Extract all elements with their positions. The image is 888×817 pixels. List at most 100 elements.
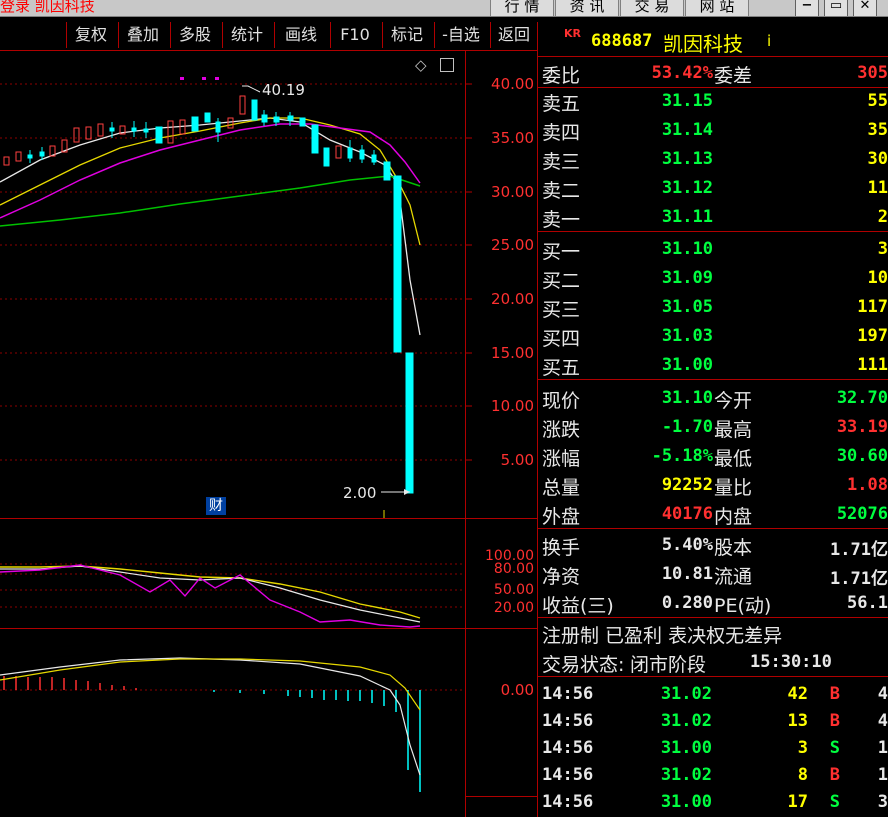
- pe-label: PE(动): [714, 595, 772, 617]
- outer-volume-label: 外盘: [542, 506, 581, 528]
- trade-status-label: 交易状态:: [542, 654, 625, 676]
- pe-value: 56.1: [847, 593, 888, 613]
- tick-volume: 8: [797, 765, 808, 785]
- tick-direction: B: [829, 684, 840, 704]
- volume-ratio-label: 量比: [714, 477, 753, 499]
- tick-price: 31.02: [660, 711, 712, 731]
- open-value: 32.70: [836, 388, 888, 408]
- bid-row[interactable]: 买二 31.09 10: [538, 265, 888, 292]
- bid-volume: 117: [857, 297, 888, 317]
- ask-row[interactable]: 卖五 31.15 55: [538, 88, 888, 115]
- current-price-label: 现价: [542, 390, 581, 412]
- volume-label: 总量: [542, 477, 581, 499]
- info-icon[interactable]: i: [767, 32, 771, 50]
- macd-cyan-bars: [213, 690, 421, 792]
- macd-red-bars: [3, 676, 137, 690]
- macd-dif-line: [0, 657, 421, 776]
- share-capital-label: 股本: [714, 537, 753, 559]
- ask-row[interactable]: 卖一 31.11 2: [538, 204, 888, 232]
- tick-row: 14:56 31.00 3 S 1: [538, 735, 888, 762]
- tick-row: 14:56 31.00 17 S 3: [538, 789, 888, 816]
- tick-time: 14:56: [542, 765, 594, 785]
- ask-row[interactable]: 卖二 31.12 11: [538, 175, 888, 202]
- bid-price: 31.05: [661, 297, 713, 317]
- change-pct-label: 涨幅: [542, 448, 581, 470]
- weicha-label: 委差: [714, 65, 753, 87]
- ask-label: 卖一: [542, 209, 581, 231]
- market-tag: KR: [564, 27, 581, 40]
- low-price-label: 2.00: [343, 484, 377, 502]
- bid-volume: 197: [857, 326, 888, 346]
- ask-row[interactable]: 卖四 31.14 35: [538, 117, 888, 144]
- bid-row[interactable]: 买五 31.00 111: [538, 352, 888, 380]
- bid-volume: 111: [857, 355, 888, 375]
- ask-row[interactable]: 卖三 31.13 30: [538, 146, 888, 173]
- weicha-value: 305: [857, 63, 888, 83]
- price-axis-label: 35.00: [491, 129, 534, 147]
- candlesticks: [3, 95, 414, 494]
- turnover-value: 5.40%: [661, 535, 713, 555]
- change-label: 涨跌: [542, 419, 581, 441]
- eps-label: 收益(三): [542, 595, 614, 617]
- quote-row: 涨幅 -5.18% 最低 30.60: [538, 443, 888, 470]
- float-shares-label: 流通: [714, 566, 753, 588]
- price-axis-label: 10.00: [491, 397, 534, 415]
- stock-name: 凯因科技: [663, 32, 743, 56]
- financial-report-marker[interactable]: 财: [206, 497, 226, 515]
- ask-label: 卖二: [542, 180, 581, 202]
- fundamental-row: 收益(三) 0.280 PE(动) 56.1: [538, 590, 888, 618]
- tick-volume: 13: [787, 711, 808, 731]
- weibi-row: 委比 53.42% 委差 305: [538, 60, 888, 88]
- tick-price: 31.02: [660, 765, 712, 785]
- bid-row[interactable]: 买三 31.05 117: [538, 294, 888, 321]
- chart-settings-icon[interactable]: ◇: [415, 56, 427, 74]
- eps-value: 0.280: [661, 593, 713, 613]
- price-axis-label: 30.00: [491, 183, 534, 201]
- tick-volume: 17: [787, 792, 808, 812]
- ma-line-green: [0, 175, 421, 227]
- outer-volume-value: 40176: [661, 504, 713, 524]
- bid-label: 买二: [542, 270, 581, 292]
- tick-time: 14:56: [542, 792, 594, 812]
- volume-value: 92252: [661, 475, 713, 495]
- registration-note: 注册制 已盈利 表决权无差异: [542, 625, 783, 647]
- turnover-label: 换手: [542, 537, 581, 559]
- ask-price: 31.15: [661, 91, 713, 111]
- tick-volume: 3: [797, 738, 808, 758]
- status-row: 交易状态: 闭市阶段 15:30:10: [538, 649, 888, 677]
- open-label: 今开: [714, 390, 753, 412]
- weibi-label: 委比: [542, 65, 581, 87]
- tick-price: 31.02: [660, 684, 712, 704]
- bid-price: 31.09: [661, 268, 713, 288]
- ask-label: 卖五: [542, 93, 581, 115]
- tick-count: 1: [877, 738, 888, 758]
- kdj-axis-label: 50.00: [493, 582, 534, 598]
- price-axis-label: 40.00: [491, 75, 534, 93]
- tick-row: 14:56 31.02 13 B 4: [538, 708, 888, 735]
- inner-volume-value: 52076: [836, 504, 888, 524]
- tick-direction: B: [829, 765, 840, 785]
- high-label: 最高: [714, 419, 753, 441]
- bid-volume: 3: [877, 239, 888, 259]
- stock-header: KR 688687 凯因科技 i: [538, 22, 888, 57]
- ask-volume: 30: [867, 149, 888, 169]
- bid-label: 买三: [542, 299, 581, 321]
- net-assets-value: 10.81: [661, 564, 713, 584]
- tick-row: 14:56 31.02 8 B 1: [538, 762, 888, 789]
- trade-status-time: 15:30:10: [750, 652, 832, 672]
- fundamental-row: 换手 5.40% 股本 1.71亿: [538, 532, 888, 560]
- panel-toggle-icon[interactable]: [440, 58, 454, 72]
- bid-row[interactable]: 买四 31.03 197: [538, 323, 888, 350]
- ask-price: 31.14: [661, 120, 713, 140]
- bid-row[interactable]: 买一 31.10 3: [538, 236, 888, 263]
- price-axis-label: 20.00: [491, 290, 534, 308]
- trade-status-value: 闭市阶段: [630, 654, 707, 676]
- tick-direction: S: [829, 792, 840, 812]
- tick-count: 3: [877, 792, 888, 812]
- quote-row: 涨跌 -1.70 最高 33.19: [538, 414, 888, 441]
- tick-time: 14:56: [542, 711, 594, 731]
- tick-volume: 42: [787, 684, 808, 704]
- notes-row: 注册制 已盈利 表决权无差异: [538, 620, 888, 647]
- tick-price: 31.00: [660, 738, 712, 758]
- ask-volume: 11: [867, 178, 888, 198]
